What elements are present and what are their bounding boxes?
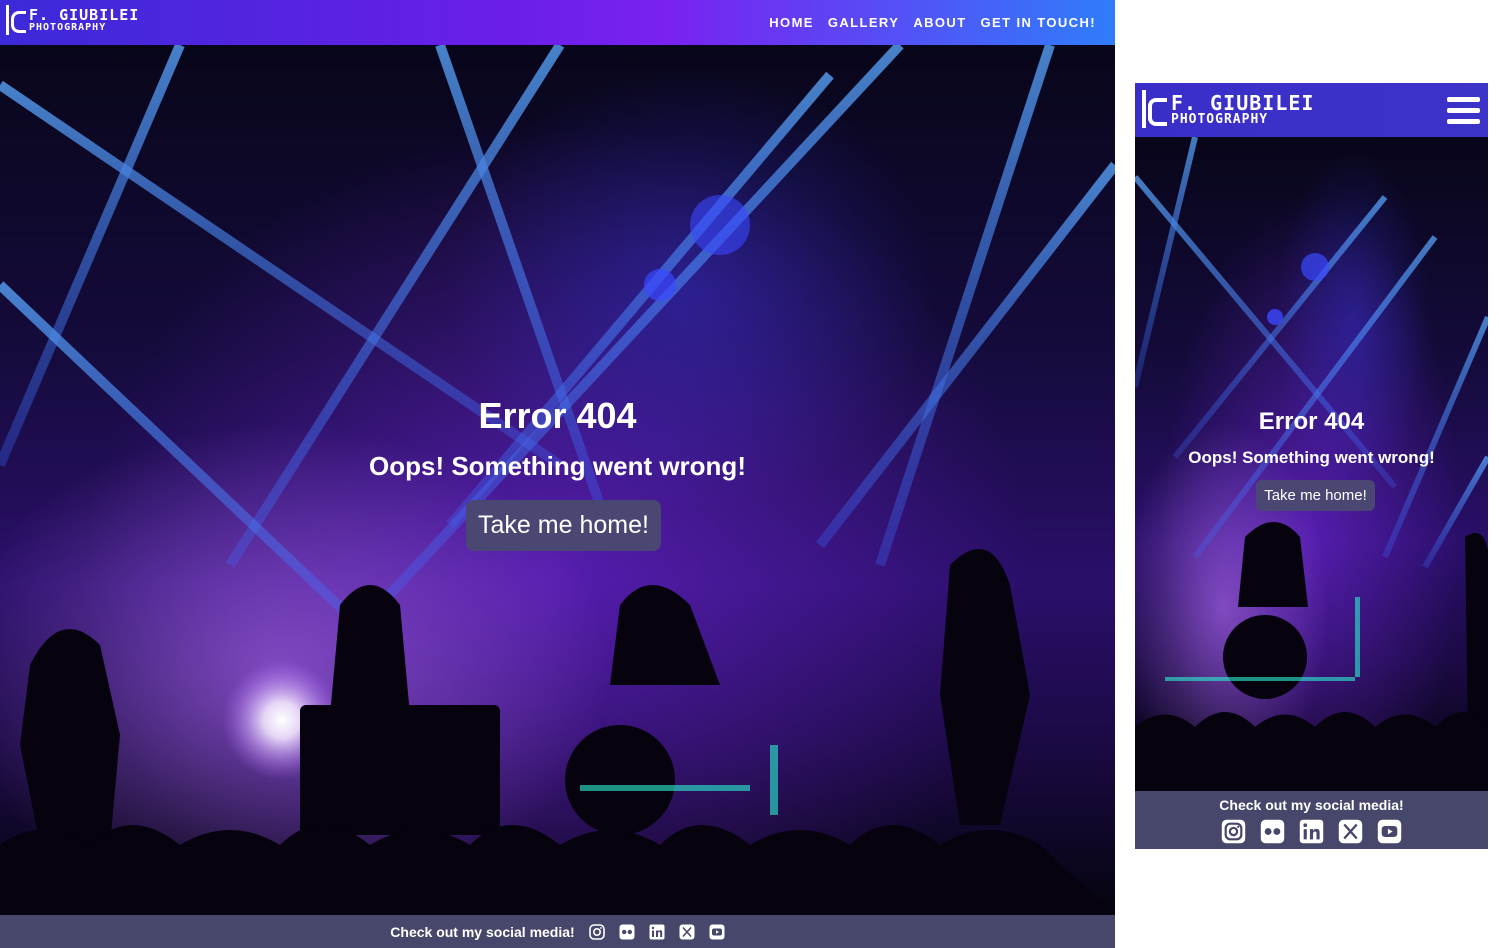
flickr-icon[interactable] [1260, 819, 1285, 844]
brand-tagline: PHOTOGRAPHY [29, 21, 107, 33]
flickr-icon[interactable] [619, 924, 635, 940]
footer-text: Check out my social media! [1219, 797, 1404, 813]
nav-item-about[interactable]: ABOUT [913, 15, 966, 30]
mobile-view: F. GIUBILEI PHOTOGRAPHY Error 404 Oops! … [1135, 83, 1488, 849]
error-subtitle: Oops! Something went wrong! [1188, 448, 1435, 467]
brand-name: F. GIUBILEI [1171, 90, 1315, 115]
nav-item-get-in-touch[interactable]: GET IN TOUCH! [981, 15, 1096, 30]
nav-item-home[interactable]: HOME [769, 15, 814, 30]
x-icon[interactable] [1338, 819, 1363, 844]
error-title: Error 404 [1258, 408, 1365, 435]
error-title: Error 404 [478, 395, 637, 436]
x-icon[interactable] [679, 924, 695, 940]
desktop-view: F. GIUBILEI PHOTOGRAPHY HOME GALLERY ABO… [0, 0, 1115, 948]
footer: Check out my social media! [0, 915, 1115, 948]
navbar: F. GIUBILEI PHOTOGRAPHY HOME GALLERY ABO… [0, 0, 1115, 45]
brand-logo[interactable]: F. GIUBILEI PHOTOGRAPHY [6, 5, 139, 35]
take-me-home-button[interactable]: Take me home! [1256, 480, 1375, 511]
hamburger-menu-icon[interactable] [1447, 97, 1480, 124]
nav-item-gallery[interactable]: GALLERY [828, 15, 899, 30]
youtube-icon[interactable] [709, 924, 725, 940]
error-subtitle: Oops! Something went wrong! [369, 451, 746, 481]
brand-name: F. GIUBILEI [29, 5, 140, 24]
mobile-error-hero: Error 404 Oops! Something went wrong! Ta… [1135, 408, 1488, 511]
camera-logo-icon [6, 5, 26, 35]
error-hero: Error 404 Oops! Something went wrong! Ta… [0, 395, 1115, 551]
nav-menu: HOME GALLERY ABOUT GET IN TOUCH! [769, 15, 1096, 30]
instagram-icon[interactable] [1221, 819, 1246, 844]
instagram-icon[interactable] [588, 923, 605, 940]
mobile-footer: Check out my social media! [1135, 791, 1488, 849]
youtube-icon[interactable] [1377, 819, 1402, 844]
social-links [1135, 819, 1488, 844]
take-me-home-button[interactable]: Take me home! [466, 500, 661, 551]
social-links [588, 923, 725, 940]
mobile-navbar: F. GIUBILEI PHOTOGRAPHY [1135, 83, 1488, 137]
mobile-brand-logo[interactable]: F. GIUBILEI PHOTOGRAPHY [1142, 90, 1314, 128]
footer-text: Check out my social media! [390, 923, 575, 940]
linkedin-icon[interactable] [1299, 819, 1324, 844]
camera-logo-icon [1142, 90, 1168, 128]
linkedin-icon[interactable] [649, 924, 665, 940]
